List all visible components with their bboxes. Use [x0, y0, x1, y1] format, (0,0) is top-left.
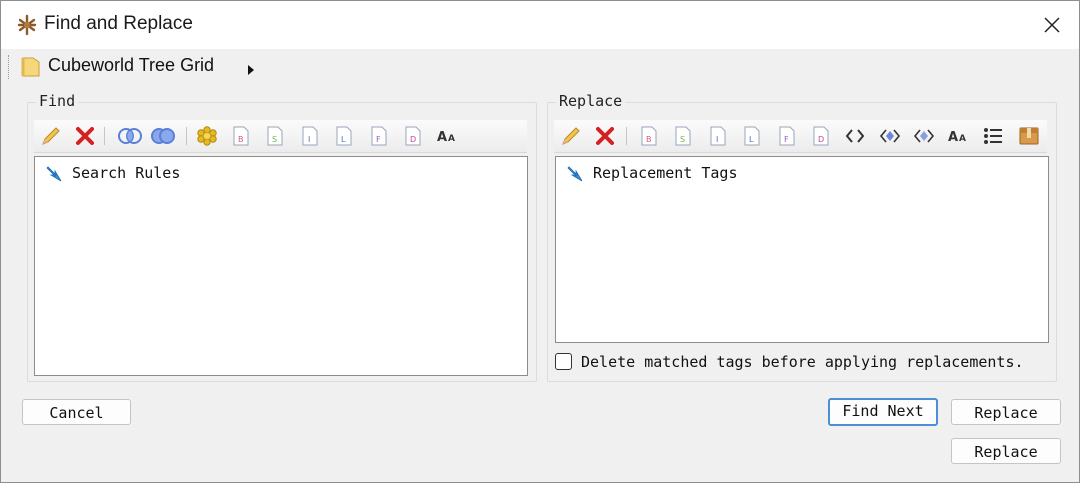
tree-label: Replacement Tags [593, 164, 738, 182]
wildcard-icon[interactable] [196, 125, 218, 147]
code-brackets-icon[interactable] [844, 125, 866, 147]
toolbar-separator [104, 127, 105, 145]
svg-text:L: L [341, 135, 346, 144]
find-legend: Find [36, 92, 79, 110]
doc-l-icon[interactable]: L [333, 125, 355, 147]
delete-x-icon[interactable] [74, 125, 96, 147]
cancel-button[interactable]: Cancel [22, 399, 131, 425]
doc-s-icon[interactable]: S [672, 125, 694, 147]
svg-text:I: I [716, 135, 718, 144]
delete-x-icon[interactable] [594, 125, 616, 147]
font-case-icon[interactable]: AA [436, 125, 462, 147]
tree-label: Search Rules [72, 164, 181, 182]
folder-icon [21, 56, 41, 78]
replace-toolbar: B S I L F D AA [554, 120, 1047, 153]
font-case-icon[interactable]: AA [947, 125, 973, 147]
close-button[interactable] [1031, 5, 1073, 45]
svg-text:A: A [959, 134, 966, 144]
find-toolbar: B S I L F D AA [34, 120, 527, 153]
delete-matched-tags-checkbox[interactable] [555, 353, 572, 370]
svg-text:D: D [410, 135, 416, 144]
doc-d-icon[interactable]: D [810, 125, 832, 147]
chevron-right-icon[interactable] [247, 61, 255, 75]
close-icon [1044, 17, 1060, 33]
toolbar-separator [626, 127, 627, 145]
replace-legend: Replace [556, 92, 626, 110]
find-replace-dialog: Find and Replace Cubeworld Tree Grid Fin… [0, 0, 1080, 483]
svg-text:A: A [448, 134, 455, 144]
find-next-button[interactable]: Find Next [828, 398, 938, 426]
svg-text:B: B [646, 135, 652, 144]
toolbar-grip [8, 55, 12, 79]
doc-i-icon[interactable]: I [299, 125, 321, 147]
doc-i-icon[interactable]: I [707, 125, 729, 147]
doc-l-icon[interactable]: L [741, 125, 763, 147]
doc-b-icon[interactable]: B [230, 125, 252, 147]
svg-text:B: B [238, 135, 244, 144]
svg-text:S: S [680, 135, 685, 144]
list-icon[interactable] [982, 125, 1004, 147]
search-rules-tree[interactable]: Search Rules [34, 156, 528, 376]
doc-d-icon[interactable]: D [402, 125, 424, 147]
svg-text:F: F [784, 135, 789, 144]
replace-button[interactable]: Replace [951, 399, 1061, 425]
intersect-icon[interactable] [117, 125, 143, 147]
replacement-tags-tree[interactable]: Replacement Tags [555, 156, 1049, 343]
svg-text:S: S [272, 135, 277, 144]
app-icon [16, 14, 38, 36]
title-bar: Find and Replace [1, 1, 1079, 49]
box-icon[interactable] [1018, 125, 1040, 147]
pencil-edit-icon[interactable] [560, 125, 582, 147]
doc-f-icon[interactable]: F [776, 125, 798, 147]
doc-b-icon[interactable]: B [638, 125, 660, 147]
svg-text:I: I [308, 135, 310, 144]
replace-all-button[interactable]: Replace [951, 438, 1061, 464]
svg-text:F: F [376, 135, 381, 144]
union-icon[interactable] [150, 125, 176, 147]
pencil-edit-icon[interactable] [40, 125, 62, 147]
doc-f-icon[interactable]: F [368, 125, 390, 147]
window-title: Find and Replace [44, 13, 193, 34]
svg-text:L: L [749, 135, 754, 144]
svg-text:A: A [948, 130, 958, 145]
diamond-left-icon[interactable] [879, 125, 901, 147]
breadcrumb-label: Cubeworld Tree Grid [48, 55, 215, 75]
svg-text:A: A [437, 130, 447, 145]
arrow-down-right-icon [45, 165, 63, 183]
diamond-right-icon[interactable] [913, 125, 935, 147]
svg-text:D: D [818, 135, 824, 144]
toolbar-separator [186, 127, 187, 145]
delete-matched-tags-label: Delete matched tags before applying repl… [581, 353, 1024, 371]
arrow-down-right-icon [566, 165, 584, 183]
doc-s-icon[interactable]: S [264, 125, 286, 147]
